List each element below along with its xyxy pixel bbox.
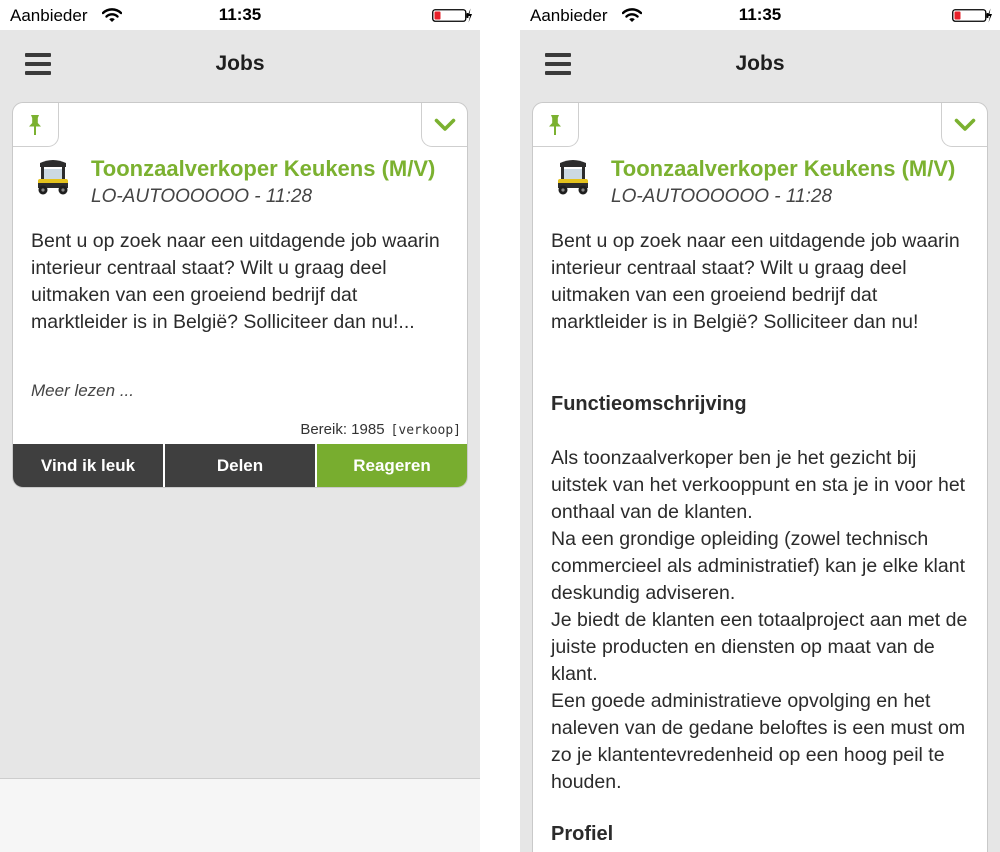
read-more-link[interactable]: Meer lezen ... xyxy=(31,381,134,401)
job-intro: Bent u op zoek naar een uitdagende job w… xyxy=(551,230,960,333)
like-button[interactable]: Vind ik leuk xyxy=(13,444,163,487)
expand-button[interactable] xyxy=(421,103,467,147)
job-title[interactable]: Toonzaalverkoper Keukens (M/V) xyxy=(611,156,955,182)
tuktuk-icon xyxy=(558,160,588,195)
battery-icon xyxy=(952,8,992,23)
job-card-expanded: Toonzaalverkoper Keukens (M/V) LO-AUTOOO… xyxy=(532,102,988,852)
charging-icon xyxy=(467,8,472,23)
screen-expanded: Aanbieder 11:35 Jobs Toonzaalverkoper Ke… xyxy=(520,0,1000,852)
reach-info: Bereik: 1985 [verkoop] xyxy=(300,421,461,438)
job-meta: LO-AUTOOOOOO - 11:28 xyxy=(611,186,833,207)
pin-button[interactable] xyxy=(533,103,579,147)
profile-heading: Profiel xyxy=(551,823,614,845)
charging-icon xyxy=(987,8,992,23)
action-bar: Vind ik leuk Delen Reageren xyxy=(13,444,467,487)
page-title: Jobs xyxy=(215,52,265,75)
tuktuk-icon xyxy=(38,160,68,195)
chevron-down-icon xyxy=(434,118,456,131)
top-bar: Jobs xyxy=(0,30,480,98)
clock: 11:35 xyxy=(738,5,782,24)
status-bar: Aanbieder 11:35 xyxy=(520,0,1000,30)
job-summary: Bent u op zoek naar een uitdagende job w… xyxy=(31,230,440,333)
screen-collapsed: Aanbieder 11:35 Jobs Toonzaalverkoper Ke… xyxy=(0,0,480,852)
battery-icon xyxy=(432,8,472,23)
chevron-down-icon xyxy=(954,118,976,131)
pin-button[interactable] xyxy=(13,103,59,147)
collapse-button[interactable] xyxy=(941,103,987,147)
respond-button[interactable]: Reageren xyxy=(315,444,467,487)
function-heading: Functieomschrijving xyxy=(551,393,747,415)
category-tag: [verkoop] xyxy=(390,423,461,438)
pin-icon xyxy=(29,115,41,135)
job-meta: LO-AUTOOOOOO - 11:28 xyxy=(91,186,313,207)
top-bar: Jobs xyxy=(520,30,1000,98)
function-description: Als toonzaalverkoper ben je het gezicht … xyxy=(551,447,968,793)
status-bar: Aanbieder 11:35 xyxy=(0,0,480,30)
bottom-area xyxy=(0,778,480,852)
share-button[interactable]: Delen xyxy=(163,444,315,487)
job-title[interactable]: Toonzaalverkoper Keukens (M/V) xyxy=(91,156,435,182)
page-title: Jobs xyxy=(735,52,785,75)
job-card: Toonzaalverkoper Keukens (M/V) LO-AUTOOO… xyxy=(12,102,468,488)
clock: 11:35 xyxy=(218,5,262,24)
pin-icon xyxy=(549,115,561,135)
reach-count: Bereik: 1985 xyxy=(300,421,385,438)
